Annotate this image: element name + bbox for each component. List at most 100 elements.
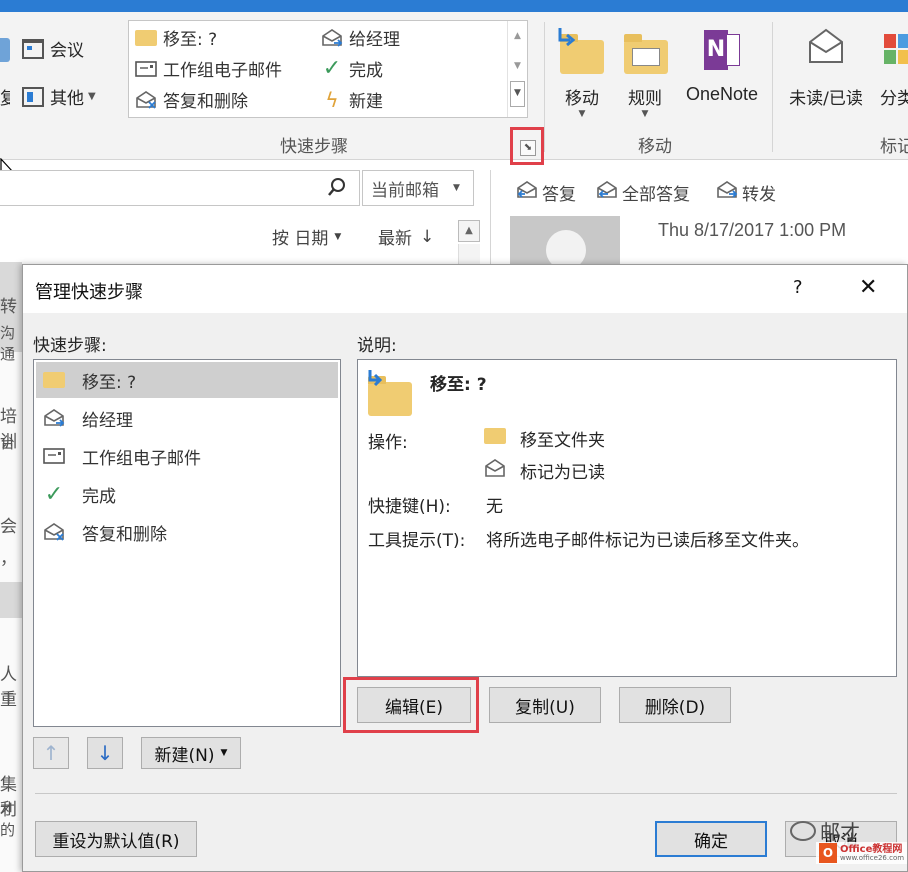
forward-button[interactable]: 转发 bbox=[716, 180, 776, 205]
quick-step-new[interactable]: ϟ 新建 bbox=[319, 87, 383, 113]
move-down-button[interactable]: ↓ bbox=[87, 737, 123, 769]
list-item-label: 完成 bbox=[82, 486, 116, 507]
quick-step-to-manager[interactable]: 给经理 bbox=[319, 25, 400, 50]
dialog-separator bbox=[35, 793, 897, 794]
quick-step-label: 完成 bbox=[349, 61, 383, 81]
list-item-team-email[interactable]: 工作组电子邮件 bbox=[40, 438, 201, 474]
classify-button[interactable]: 分类 bbox=[880, 26, 908, 122]
reply-all-label: 全部答复 bbox=[622, 185, 690, 205]
group-separator bbox=[772, 22, 773, 152]
office-logo-icon: O bbox=[819, 843, 837, 863]
classify-label: 分类 bbox=[880, 89, 908, 109]
edit-highlight bbox=[343, 677, 479, 733]
copy-label: 复制(U) bbox=[515, 697, 575, 718]
desc-title: 移至: ? bbox=[430, 375, 487, 395]
ok-button[interactable]: 确定 bbox=[655, 821, 767, 857]
quick-steps-listbox[interactable]: 移至: ? 给经理 工作组电子邮件 ✓ 完成 答复和删除 bbox=[33, 359, 341, 727]
quick-steps-list-label: 快速步骤: bbox=[33, 336, 107, 356]
delete-label: 删除(D) bbox=[644, 697, 706, 718]
list-item-label: 工作组电子邮件 bbox=[82, 448, 201, 469]
folder-icon bbox=[40, 372, 68, 388]
watermark: 邮才 bbox=[790, 816, 860, 845]
arrow-down-icon: ↓ bbox=[420, 226, 435, 247]
forward-label: 转发 bbox=[742, 185, 776, 205]
list-item-reply-delete[interactable]: 答复和删除 bbox=[40, 514, 167, 550]
reply-all-button[interactable]: 全部答复 bbox=[596, 180, 690, 205]
quick-step-label: 答复和删除 bbox=[163, 92, 248, 112]
other-button[interactable]: 其他 ▼ bbox=[22, 84, 96, 109]
check-icon: ✓ bbox=[44, 481, 64, 507]
shortcut-value: 无 bbox=[486, 497, 503, 517]
envelope-open-icon bbox=[484, 458, 506, 483]
gallery-scroll: ▲ ▼ ▼ bbox=[507, 21, 527, 117]
description-label: 说明: bbox=[357, 336, 397, 356]
rules-button[interactable]: 规则 ▼ bbox=[620, 26, 670, 122]
mail-date: Thu 8/17/2017 1:00 PM bbox=[658, 220, 847, 240]
list-item-to-manager[interactable]: 给经理 bbox=[40, 400, 133, 436]
search-box[interactable] bbox=[0, 170, 360, 206]
unread-read-label: 未读/已读 bbox=[789, 89, 863, 109]
list-scroll-up-button[interactable]: ▲ bbox=[458, 220, 480, 242]
reply-delete-icon bbox=[40, 522, 68, 542]
quick-step-reply-delete[interactable]: 答复和删除 bbox=[133, 87, 248, 112]
mail-item-selected[interactable] bbox=[0, 582, 22, 618]
list-item-label: 给经理 bbox=[82, 410, 133, 431]
move-folder-icon bbox=[554, 26, 610, 76]
sort-order-button[interactable]: 最新 ↓ bbox=[378, 224, 435, 250]
move-label: 移动 bbox=[565, 89, 599, 109]
group-separator bbox=[544, 22, 545, 152]
move-up-button[interactable]: ↑ bbox=[33, 737, 69, 769]
sender-avatar bbox=[510, 216, 620, 266]
meeting-button[interactable]: 会议 bbox=[22, 36, 84, 61]
chevron-down-icon: ▼ bbox=[88, 91, 96, 102]
mail-fragment: 才的 bbox=[0, 800, 16, 839]
delete-button[interactable]: 删除(D) bbox=[619, 687, 731, 723]
dialog-title-bar: 管理快速步骤 ? ✕ bbox=[23, 265, 907, 313]
chevron-down-icon: ▼ bbox=[453, 183, 460, 193]
chevron-down-icon: ▼ bbox=[641, 109, 649, 119]
search-scope-label: 当前邮箱 bbox=[371, 180, 439, 201]
check-icon: ✓ bbox=[322, 56, 342, 81]
new-dropdown-button[interactable]: 新建(N) ▼ bbox=[141, 737, 241, 769]
gallery-more-button[interactable]: ▼ bbox=[510, 81, 525, 107]
chevron-down-icon: ▼ bbox=[578, 109, 586, 119]
calendar-icon bbox=[22, 38, 44, 59]
mail-fragment: 沟通 bbox=[0, 324, 16, 363]
action-label: 移至文件夹 bbox=[520, 431, 605, 451]
copy-button[interactable]: 复制(U) bbox=[489, 687, 601, 723]
quick-steps-gallery: 移至: ? 给经理 工作组电子邮件 ✓ 完成 答复和删除 ϟ 新建 ▲ ▼ ▼ bbox=[128, 20, 528, 118]
reply-delete-icon bbox=[133, 90, 159, 110]
mail-fragment: 台 bbox=[0, 434, 16, 452]
folder-icon bbox=[133, 29, 159, 46]
left-cut-icon bbox=[0, 38, 10, 62]
list-item-done[interactable]: ✓ 完成 bbox=[40, 476, 116, 512]
search-icon[interactable] bbox=[327, 177, 347, 202]
move-button[interactable]: 移动 ▼ bbox=[554, 26, 610, 122]
sort-by-dropdown[interactable]: 按 日期 ▼ bbox=[272, 224, 341, 249]
unread-read-button[interactable]: 未读/已读 bbox=[780, 26, 872, 122]
search-scope-dropdown[interactable]: 当前邮箱 ▼ bbox=[362, 170, 474, 206]
help-button[interactable]: ? bbox=[793, 277, 803, 298]
office-watermark: O Office教程网 www.office26.com bbox=[816, 842, 908, 864]
close-icon[interactable]: ✕ bbox=[859, 275, 877, 300]
gallery-down-button[interactable]: ▼ bbox=[508, 51, 527, 81]
folder-icon bbox=[484, 428, 506, 449]
ribbon: 复 会议 其他 ▼ 移至: ? 给经理 工作组电子邮件 ✓ 完成 答复和删除 ϟ… bbox=[0, 12, 908, 165]
quick-step-team-email[interactable]: 工作组电子邮件 bbox=[133, 56, 282, 81]
list-item-move-to[interactable]: 移至: ? bbox=[40, 362, 136, 398]
move-folder-icon bbox=[366, 368, 414, 416]
reset-default-button[interactable]: 重设为默认值(R) bbox=[35, 821, 197, 857]
watermark-text: 邮才 bbox=[820, 820, 860, 844]
quick-steps-group-label: 快速步骤 bbox=[280, 137, 348, 157]
gallery-up-button[interactable]: ▲ bbox=[508, 21, 527, 51]
office-url: www.office26.com bbox=[840, 853, 905, 862]
new-label: 新建(N) bbox=[154, 745, 215, 766]
quick-step-label: 新建 bbox=[349, 92, 383, 112]
mail-fragment: 转 bbox=[0, 297, 17, 317]
chevron-down-icon: ▼ bbox=[334, 231, 342, 242]
quick-step-done[interactable]: ✓ 完成 bbox=[319, 56, 383, 81]
onenote-button[interactable]: N OneNote bbox=[678, 26, 766, 122]
wechat-icon bbox=[790, 820, 816, 841]
reply-button[interactable]: 答复 bbox=[516, 180, 576, 205]
quick-step-move-to[interactable]: 移至: ? bbox=[133, 25, 217, 50]
